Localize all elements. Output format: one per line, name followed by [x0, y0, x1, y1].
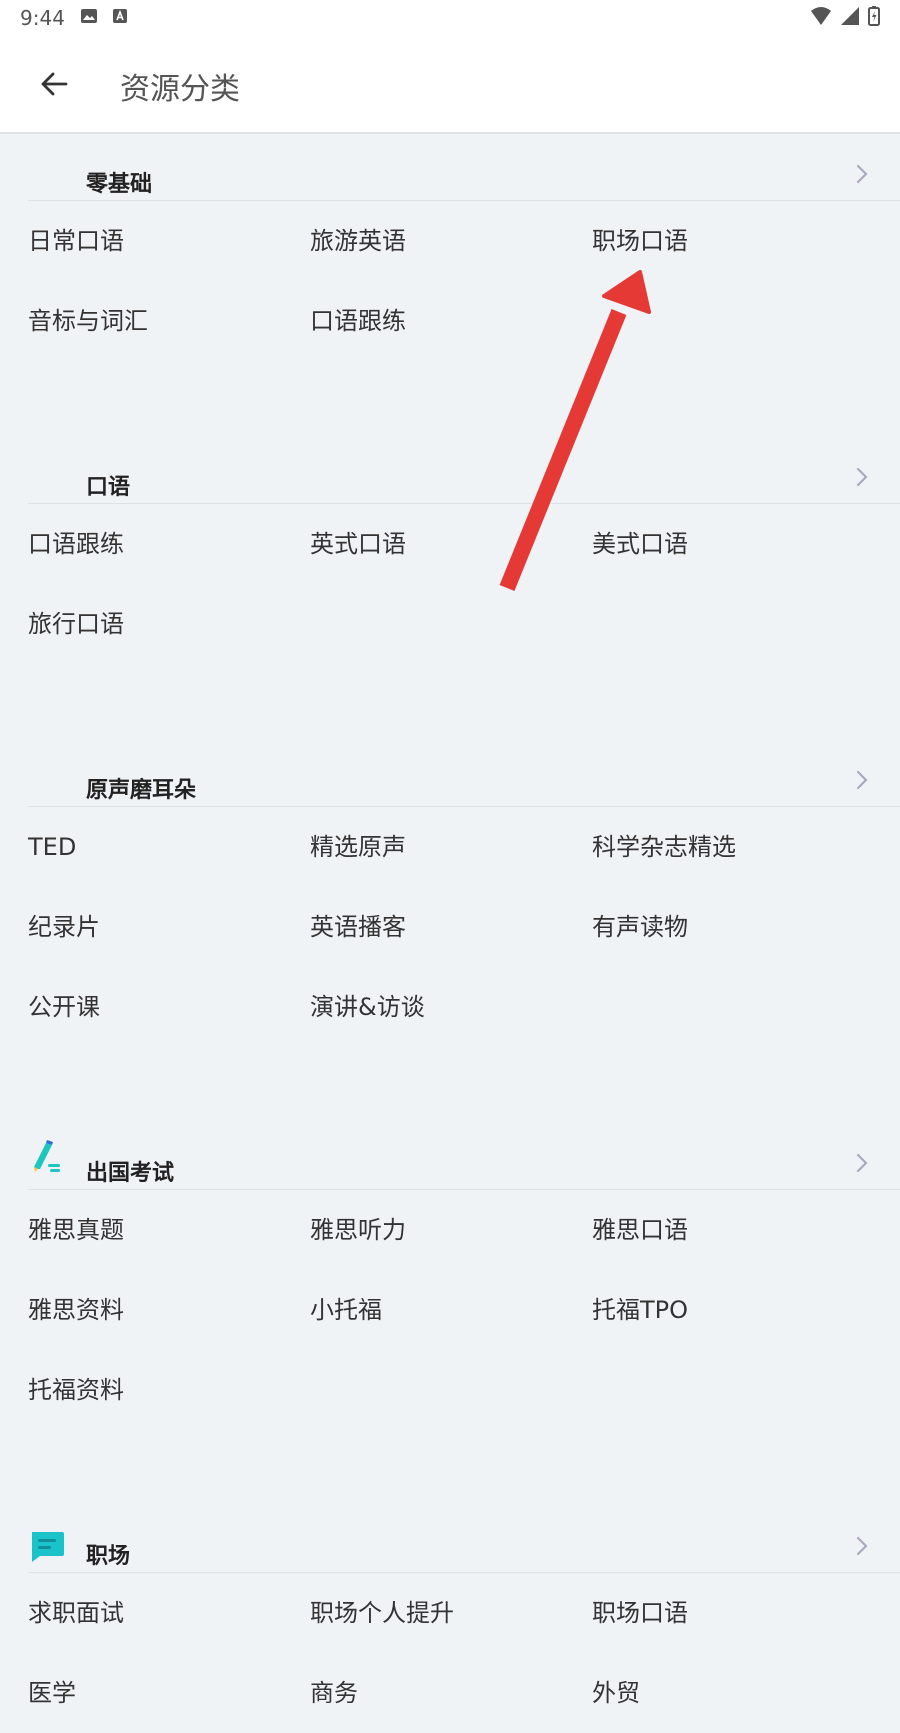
section-title: 口语	[86, 475, 131, 500]
section-header[interactable]: 原声磨耳朵	[28, 740, 900, 807]
chevron-right-icon[interactable]	[852, 162, 872, 186]
section-header[interactable]: 出国考试	[28, 1123, 900, 1190]
category-item[interactable]: 求职面试	[28, 1573, 310, 1653]
category-item[interactable]: 雅思听力	[310, 1190, 592, 1270]
category-item[interactable]: 托福资料	[28, 1350, 310, 1430]
category-item[interactable]: 科学杂志精选	[592, 807, 874, 887]
category-item[interactable]: 职场口语	[592, 201, 874, 281]
category-item[interactable]: 日常口语	[28, 201, 310, 281]
font-a-icon	[112, 8, 128, 28]
section-study-abroad-exams: 出国考试 雅思真题 雅思听力 雅思口语 雅思资料 小托福 托福TPO 托福资料	[0, 1123, 900, 1506]
category-item[interactable]: 纪录片	[28, 887, 310, 967]
category-item[interactable]: 英语播客	[310, 887, 592, 967]
category-item[interactable]: 演讲&访谈	[310, 967, 592, 1047]
category-item[interactable]: 职场个人提升	[310, 1573, 592, 1653]
category-item[interactable]: 旅行口语	[28, 584, 310, 664]
section-original-audio: 原声磨耳朵 TED 精选原声 科学杂志精选 纪录片 英语播客 有声读物 公开课 …	[0, 740, 900, 1123]
status-icons-right	[810, 6, 880, 30]
category-item[interactable]: 托福TPO	[592, 1270, 874, 1350]
back-button[interactable]	[30, 60, 78, 108]
category-item[interactable]: 医学	[28, 1653, 310, 1733]
status-icons-left	[80, 8, 128, 28]
category-item[interactable]: 音标与词汇	[28, 281, 310, 361]
chevron-right-icon[interactable]	[852, 465, 872, 489]
category-item[interactable]: 雅思口语	[592, 1190, 874, 1270]
category-item[interactable]: 旅游英语	[310, 201, 592, 281]
section-speaking: 口语 口语跟练 英式口语 美式口语 旅行口语	[0, 437, 900, 740]
section-header[interactable]: 零基础	[28, 134, 900, 201]
category-item[interactable]: 商务	[310, 1653, 592, 1733]
category-item[interactable]: 雅思真题	[28, 1190, 310, 1270]
battery-icon	[868, 6, 880, 30]
section-title: 零基础	[86, 172, 153, 197]
section-zero-basics: 零基础 日常口语 旅游英语 职场口语 音标与词汇 口语跟练	[0, 134, 900, 437]
chevron-right-icon[interactable]	[852, 1151, 872, 1175]
category-item[interactable]: 职场口语	[592, 1573, 874, 1653]
category-item[interactable]: 口语跟练	[28, 504, 310, 584]
category-item[interactable]: 英式口语	[310, 504, 592, 584]
category-item[interactable]: 外贸	[592, 1653, 874, 1733]
category-item[interactable]: 精选原声	[310, 807, 592, 887]
category-item[interactable]: 小托福	[310, 1270, 592, 1350]
category-item[interactable]: TED	[28, 807, 310, 887]
chevron-right-icon[interactable]	[852, 1534, 872, 1558]
category-item[interactable]: 口语跟练	[310, 281, 592, 361]
section-title: 原声磨耳朵	[86, 778, 197, 803]
signal-icon	[840, 6, 860, 30]
category-list: 零基础 日常口语 旅游英语 职场口语 音标与词汇 口语跟练 口语 口语跟练 英式…	[0, 134, 900, 1733]
category-item[interactable]: 公开课	[28, 967, 310, 1047]
page-title: 资源分类	[120, 72, 240, 107]
chevron-right-icon[interactable]	[852, 768, 872, 792]
section-workplace: 职场 求职面试 职场个人提升 职场口语 医学 商务 外贸	[0, 1506, 900, 1733]
pencil-icon	[34, 1140, 60, 1172]
category-item[interactable]: 雅思资料	[28, 1270, 310, 1350]
status-bar: 9:44	[0, 0, 900, 36]
wifi-icon	[810, 6, 832, 30]
section-title: 职场	[86, 1544, 131, 1569]
app-bar: 资源分类	[0, 36, 900, 134]
image-icon	[80, 8, 98, 28]
section-header[interactable]: 口语	[28, 437, 900, 504]
category-item[interactable]: 美式口语	[592, 504, 874, 584]
arrow-left-icon	[41, 72, 68, 96]
chat-bubble-icon	[32, 1532, 64, 1562]
section-header[interactable]: 职场	[28, 1506, 900, 1573]
status-time: 9:44	[20, 6, 65, 30]
section-title: 出国考试	[86, 1161, 175, 1186]
category-item[interactable]: 有声读物	[592, 887, 874, 967]
